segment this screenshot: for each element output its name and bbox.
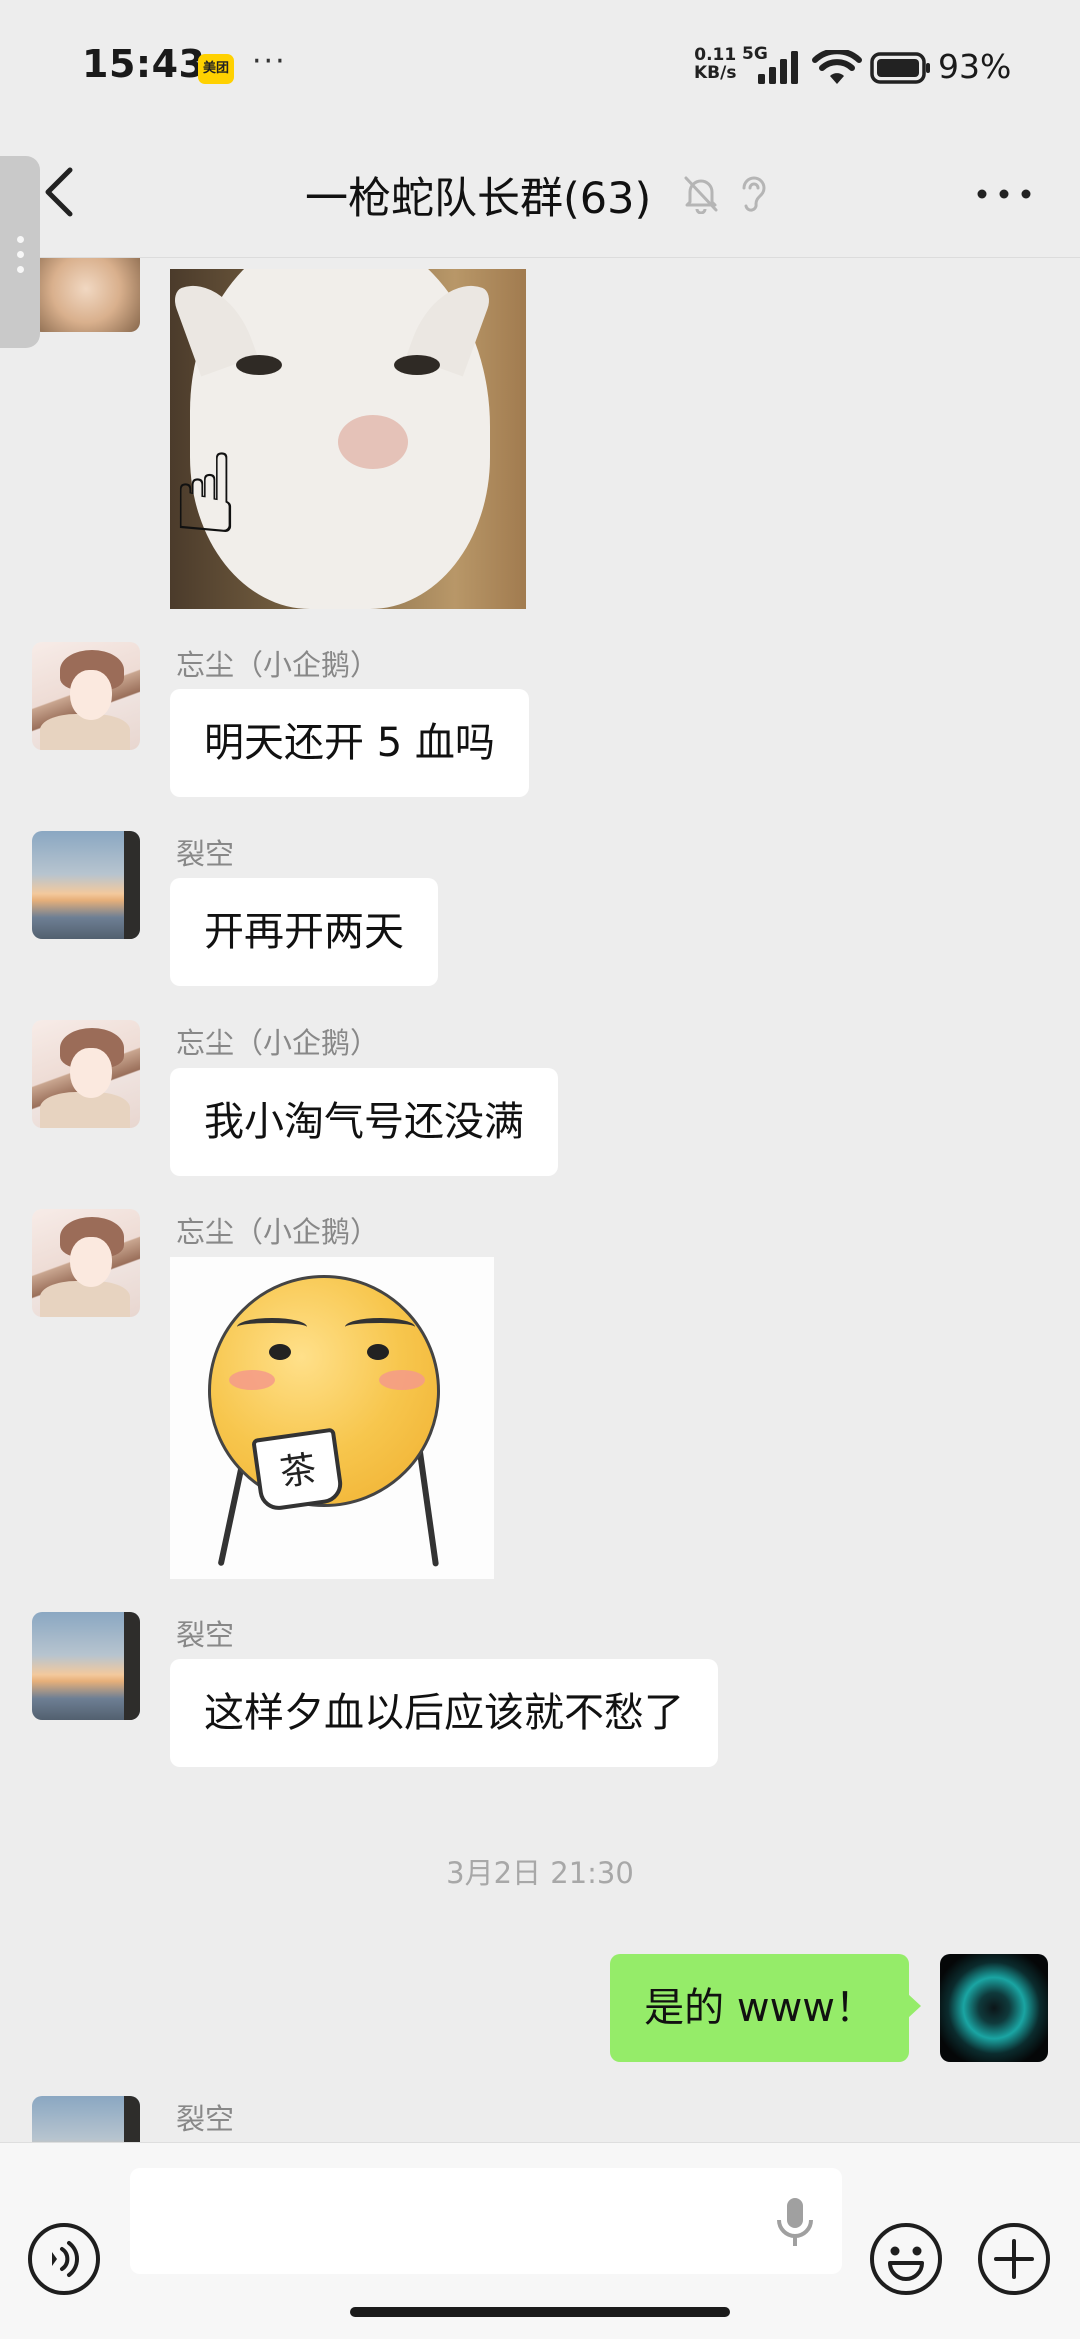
chat-title[interactable]: 一枪蛇队长群(63) xyxy=(305,164,651,226)
message-bubble[interactable]: 开再开两天 xyxy=(170,878,438,986)
battery-percentage: 93% xyxy=(938,47,1012,86)
avatar[interactable] xyxy=(32,2096,140,2142)
earpiece-icon xyxy=(742,176,766,212)
pointing-hand-icon: ☝ xyxy=(172,430,239,558)
chat-header: 一枪蛇队长群(63) xyxy=(0,130,1080,258)
message-bubble[interactable]: 我小淘气号还没满 xyxy=(170,1068,558,1176)
message-bubble[interactable]: 这样夕血以后应该就不愁了 xyxy=(170,1659,718,1767)
avatar[interactable] xyxy=(32,831,140,939)
net-speed-unit: KB/s xyxy=(694,63,737,83)
sender-name: 裂空 xyxy=(176,2102,235,2136)
sender-name: 裂空 xyxy=(176,1618,235,1652)
home-indicator[interactable] xyxy=(350,2307,730,2317)
side-drawer-handle[interactable] xyxy=(0,156,40,348)
my-avatar[interactable] xyxy=(940,1954,1048,2062)
sticker-image[interactable]: ☝ xyxy=(170,269,526,609)
message-input[interactable] xyxy=(130,2168,842,2274)
sender-name: 裂空 xyxy=(176,837,235,871)
net-speed-value: 0.11 xyxy=(694,45,737,65)
more-icon[interactable] xyxy=(972,174,1036,214)
voice-icon[interactable] xyxy=(26,2221,102,2297)
avatar[interactable] xyxy=(32,1209,140,1317)
avatar[interactable] xyxy=(32,1612,140,1720)
sender-name: 忘尘（小企鹅） xyxy=(176,1215,380,1249)
status-more-icon: ··· xyxy=(252,44,287,79)
mute-bell-icon xyxy=(684,176,718,214)
avatar[interactable] xyxy=(32,1020,140,1128)
sticker-image[interactable]: 茶 xyxy=(170,1257,494,1579)
avatar[interactable] xyxy=(32,642,140,750)
mic-icon[interactable] xyxy=(774,2196,816,2248)
input-bar xyxy=(0,2142,1080,2339)
message-list[interactable]: ☝ 忘尘（小企鹅） 明天还开 5 血吗 裂空 开再开两天 忘尘（小企鹅） 我小淘… xyxy=(0,258,1080,2142)
status-time: 15:43 xyxy=(82,42,206,86)
signal-icon xyxy=(758,51,798,84)
emoji-icon[interactable] xyxy=(868,2221,944,2297)
wifi-icon xyxy=(812,50,862,84)
status-bar: 15:43 美团 ··· 0.11 KB/s 5G 93% xyxy=(0,0,1080,130)
tea-cup: 茶 xyxy=(251,1427,345,1513)
my-message-bubble[interactable]: 是的 www！ xyxy=(610,1954,921,2062)
back-icon[interactable] xyxy=(36,162,86,222)
battery-icon xyxy=(870,52,930,84)
meituan-app-icon: 美团 xyxy=(198,54,234,84)
plus-icon[interactable] xyxy=(976,2221,1052,2297)
avatar[interactable] xyxy=(32,258,140,332)
message-timestamp: 3月2日 21:30 xyxy=(446,1856,634,1890)
message-bubble[interactable]: 明天还开 5 血吗 xyxy=(170,689,529,797)
sender-name: 忘尘（小企鹅） xyxy=(176,648,380,682)
sender-name: 忘尘（小企鹅） xyxy=(176,1026,380,1060)
net-speed: 0.11 KB/s xyxy=(694,46,736,82)
